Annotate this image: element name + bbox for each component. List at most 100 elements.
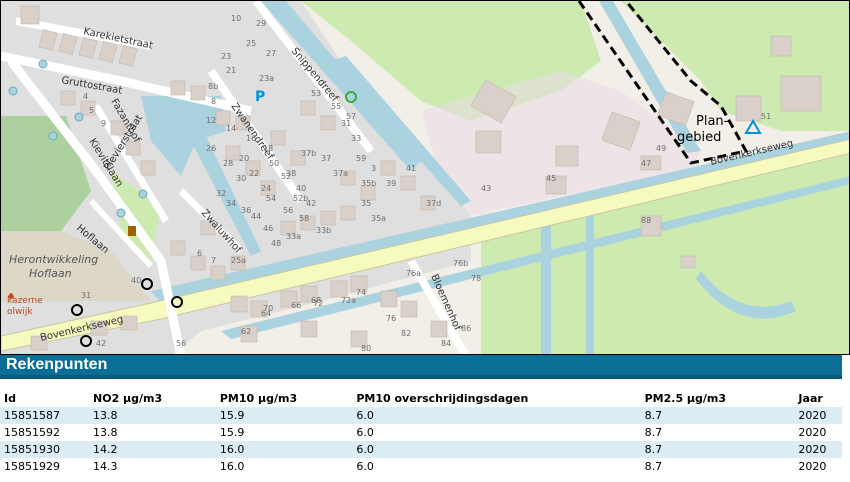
house-number: 37b bbox=[301, 149, 316, 158]
house-number: 76b bbox=[453, 259, 468, 268]
house-number: 8b bbox=[208, 82, 218, 91]
rekenpunten-table: Id NO2 µg/m3 PM10 µg/m3 PM10 overschrijd… bbox=[0, 389, 842, 475]
house-number: 40 bbox=[131, 276, 141, 285]
monument-icon[interactable] bbox=[128, 226, 136, 236]
house-number: 4 bbox=[83, 92, 88, 101]
house-number: 50 bbox=[269, 159, 279, 168]
house-number: 74 bbox=[356, 288, 366, 297]
house-number: 52b bbox=[293, 194, 308, 203]
house-number: 35 bbox=[361, 199, 371, 208]
cell-id: 15851587 bbox=[4, 409, 60, 422]
house-number: 76 bbox=[386, 314, 396, 323]
table-row[interactable]: 15851929 14.3 16.0 6.0 8.7 2020 bbox=[0, 458, 842, 475]
label-plan: Plan- bbox=[696, 114, 729, 129]
column-header-id[interactable]: Id bbox=[0, 389, 89, 407]
column-header-jaar[interactable]: Jaar bbox=[794, 389, 842, 407]
house-number: 58 bbox=[299, 214, 309, 223]
house-number: 56 bbox=[176, 339, 186, 348]
house-number: 78 bbox=[471, 274, 481, 283]
label-herontwikkeling: Herontwikkeling bbox=[9, 253, 98, 266]
table-row[interactable]: 15851930 14.2 16.0 6.0 8.7 2020 bbox=[0, 441, 842, 458]
cell-pm10-days: 6.0 bbox=[356, 426, 374, 439]
house-number: 76a bbox=[406, 269, 421, 278]
house-number: 53 bbox=[311, 89, 321, 98]
house-number: 45 bbox=[546, 174, 556, 183]
cell-pm10: 16.0 bbox=[219, 443, 245, 456]
label-hoflaan-area: Hoflaan bbox=[29, 267, 72, 280]
house-number: 18 bbox=[263, 144, 273, 153]
house-number: 39 bbox=[386, 179, 396, 188]
house-number: 37 bbox=[321, 154, 331, 163]
house-number: 10 bbox=[231, 14, 241, 23]
cell-pm10: 15.9 bbox=[219, 426, 245, 439]
house-number: 47 bbox=[641, 159, 651, 168]
cell-jaar: 2020 bbox=[798, 409, 827, 422]
house-number: 6 bbox=[197, 249, 202, 258]
house-number: 44 bbox=[251, 212, 261, 221]
house-number: 55 bbox=[331, 102, 341, 111]
cell-pm10-days: 6.0 bbox=[356, 460, 374, 473]
house-number: 54 bbox=[266, 194, 276, 203]
cell-id: 15851930 bbox=[4, 443, 60, 456]
parking-icon[interactable]: P bbox=[255, 89, 265, 105]
house-number: 72 bbox=[313, 299, 323, 308]
cell-pm25: 8.7 bbox=[644, 426, 663, 439]
house-number: 35b bbox=[361, 179, 376, 188]
column-header-pm10-days[interactable]: PM10 overschrijdingsdagen bbox=[352, 389, 640, 407]
house-number: 14 bbox=[226, 124, 236, 133]
house-number: 21 bbox=[226, 66, 236, 75]
cell-id: 15851929 bbox=[4, 460, 60, 473]
house-number: 22 bbox=[249, 169, 259, 178]
label-gebied: gebied bbox=[677, 130, 721, 145]
map-view[interactable]: Karekietstraat Gruttostraat Fazanthof Pl… bbox=[0, 0, 850, 355]
house-number: 34 bbox=[226, 199, 236, 208]
house-number: 31 bbox=[81, 291, 91, 300]
house-number: 42 bbox=[96, 339, 106, 348]
canal-v2 bbox=[586, 216, 594, 354]
table-row[interactable]: 15851587 13.8 15.9 6.0 8.7 2020 bbox=[0, 407, 842, 424]
cell-no2: 14.3 bbox=[93, 460, 118, 473]
panel-header: Rekenpunten bbox=[0, 355, 842, 379]
house-number: 59 bbox=[356, 154, 366, 163]
map-canvas[interactable]: Karekietstraat Gruttostraat Fazanthof Pl… bbox=[1, 1, 850, 355]
cell-jaar: 2020 bbox=[798, 443, 827, 456]
house-number: 43 bbox=[481, 184, 491, 193]
house-number: 36 bbox=[241, 206, 251, 215]
house-number: 70 bbox=[263, 304, 273, 313]
house-number: 49 bbox=[656, 144, 666, 153]
cell-pm10-days: 6.0 bbox=[356, 443, 374, 456]
rekenpunten-panel: Rekenpunten Id NO2 µg/m3 PM10 µg/m3 PM10… bbox=[0, 355, 850, 482]
house-number: 27 bbox=[266, 49, 276, 58]
house-number: 46 bbox=[263, 224, 273, 233]
column-header-no2[interactable]: NO2 µg/m3 bbox=[89, 389, 216, 407]
house-number: 52 bbox=[281, 172, 291, 181]
house-number: 7 bbox=[211, 256, 216, 265]
column-header-pm10[interactable]: PM10 µg/m3 bbox=[216, 389, 352, 407]
house-number: 30 bbox=[236, 174, 246, 183]
cell-no2: 13.8 bbox=[93, 409, 118, 422]
house-number: 66 bbox=[291, 301, 301, 310]
table-row[interactable]: 15851592 13.8 15.9 6.0 8.7 2020 bbox=[0, 424, 842, 441]
cell-id: 15851592 bbox=[4, 426, 60, 439]
column-header-pm25[interactable]: PM2.5 µg/m3 bbox=[641, 389, 795, 407]
house-number: 82 bbox=[401, 329, 411, 338]
house-number: 37d bbox=[426, 199, 441, 208]
house-number: 25 bbox=[246, 39, 256, 48]
house-number: 33 bbox=[351, 134, 361, 143]
cell-pm25: 8.7 bbox=[644, 460, 663, 473]
house-number: 88 bbox=[641, 216, 651, 225]
cell-no2: 13.8 bbox=[93, 426, 118, 439]
house-number: 56 bbox=[283, 206, 293, 215]
house-number: 62 bbox=[241, 327, 251, 336]
house-number: 33a bbox=[286, 232, 301, 241]
cell-pm10-days: 6.0 bbox=[356, 409, 374, 422]
house-number: 33b bbox=[316, 226, 331, 235]
house-number: 32 bbox=[216, 189, 226, 198]
canal-v1 bbox=[541, 221, 551, 354]
house-number: 20 bbox=[239, 154, 249, 163]
house-number: 9 bbox=[101, 119, 106, 128]
house-number: 28 bbox=[223, 159, 233, 168]
house-number: 16 bbox=[246, 134, 256, 143]
house-number: 84 bbox=[441, 339, 451, 348]
house-number: 26 bbox=[206, 144, 216, 153]
